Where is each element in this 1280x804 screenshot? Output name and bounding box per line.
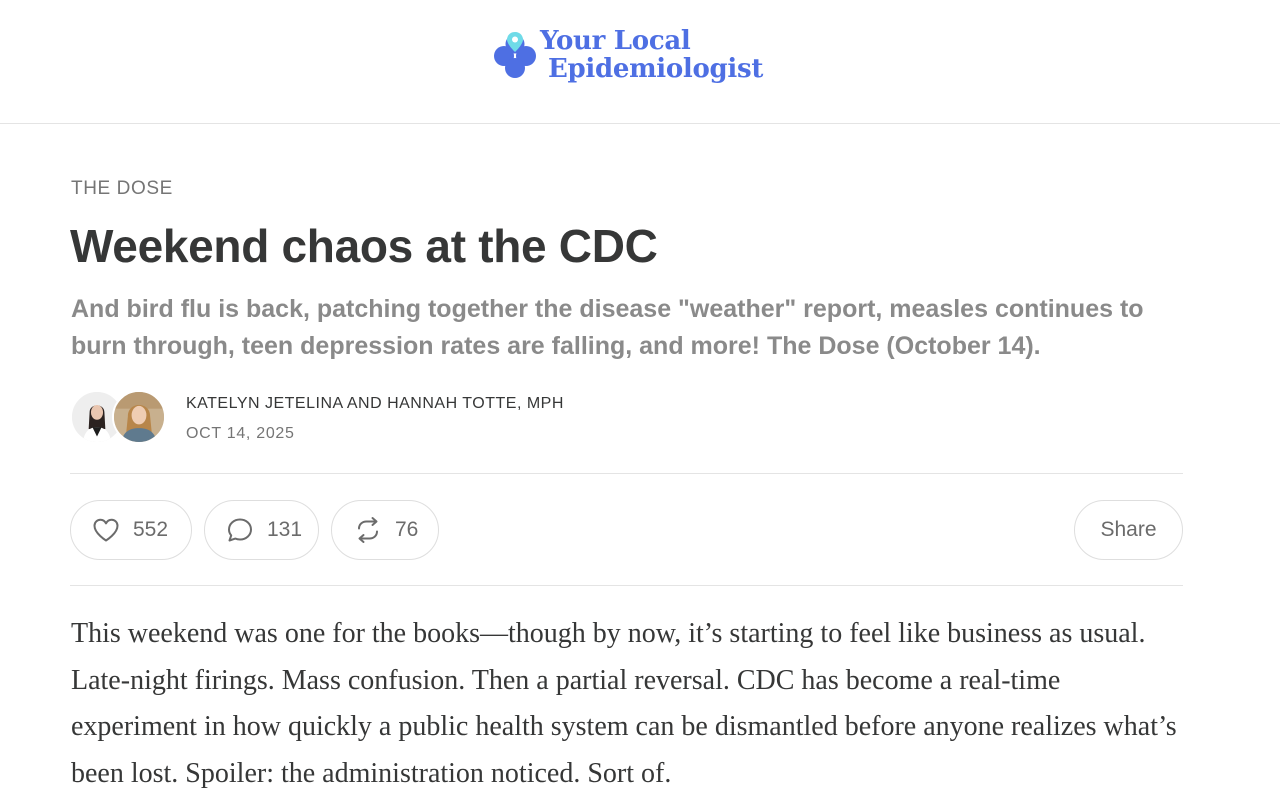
avatar-hannah[interactable]: [112, 390, 166, 444]
like-count: 552: [133, 518, 169, 541]
clover-pin-logo-icon: [494, 32, 536, 78]
divider: [70, 585, 1183, 586]
brand-name-line2: Epidemiologist: [548, 54, 764, 84]
restack-count: 76: [395, 518, 419, 541]
author-avatars: [70, 390, 170, 446]
share-label: Share: [1100, 518, 1157, 541]
post-body-paragraph: This weekend was one for the books—thoug…: [71, 618, 1177, 789]
brand-name-line1: Your Local: [540, 26, 691, 56]
like-button[interactable]: 552: [70, 500, 192, 560]
comment-button[interactable]: 131: [204, 500, 319, 560]
person-photo-icon: [114, 392, 164, 442]
restack-icon: [353, 515, 383, 545]
restack-button[interactable]: 76: [331, 500, 439, 560]
post-authors[interactable]: KATELYN JETELINA AND HANNAH TOTTE, MPH: [186, 395, 564, 413]
post-subtitle: And bird flu is back, patching together …: [71, 295, 1144, 360]
post-title: Weekend chaos at the CDC: [70, 220, 658, 272]
comment-icon: [225, 515, 255, 545]
comment-count: 131: [267, 518, 303, 541]
divider: [70, 473, 1183, 474]
share-button[interactable]: Share: [1074, 500, 1183, 560]
site-header: Your Local Epidemiologist: [0, 0, 1280, 124]
section-label[interactable]: THE DOSE: [71, 178, 173, 200]
heart-icon: [91, 515, 121, 545]
post-date: OCT 14, 2025: [186, 425, 295, 442]
